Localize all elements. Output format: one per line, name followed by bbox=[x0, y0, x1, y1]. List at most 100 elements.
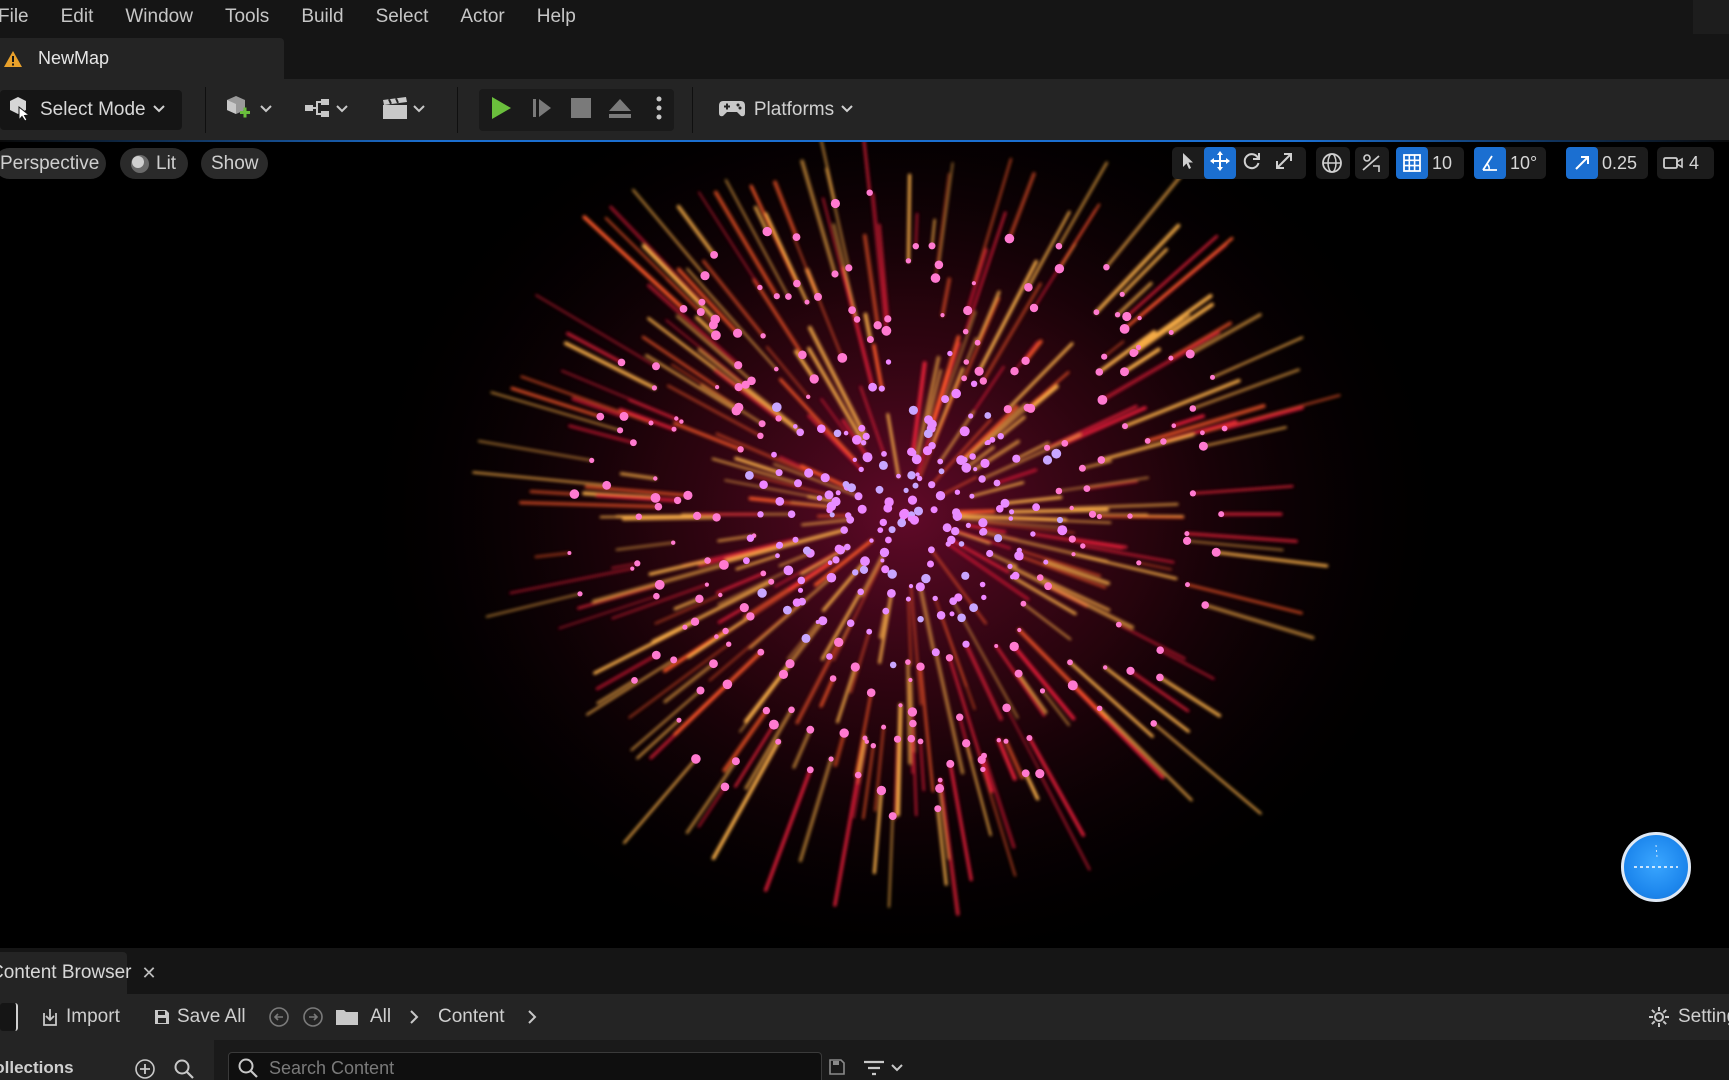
camera-speed-control[interactable]: 4 bbox=[1657, 147, 1714, 179]
save-all-button[interactable]: Save All bbox=[153, 994, 246, 1040]
breadcrumb-all[interactable]: All bbox=[370, 994, 391, 1040]
scale-snap-control[interactable]: 0.25 bbox=[1566, 147, 1648, 179]
search-icon[interactable] bbox=[173, 1058, 195, 1080]
close-icon[interactable]: ✕ bbox=[142, 963, 157, 984]
search-content-input[interactable] bbox=[269, 1057, 789, 1079]
add-collection-icon[interactable] bbox=[134, 1058, 156, 1080]
menu-help[interactable]: Help bbox=[521, 0, 592, 34]
menu-file[interactable]: File bbox=[0, 0, 45, 34]
chevron-down-icon bbox=[259, 101, 273, 119]
blueprint-icon bbox=[303, 95, 333, 126]
toolbar-divider bbox=[457, 87, 458, 133]
rotate-icon bbox=[1242, 151, 1262, 176]
surface-snap-icon bbox=[1355, 147, 1387, 179]
move-arrows-icon bbox=[1209, 150, 1231, 177]
menu-select[interactable]: Select bbox=[360, 0, 445, 34]
chevron-down-icon bbox=[335, 101, 349, 119]
rotation-snap-control[interactable]: 10° bbox=[1474, 147, 1546, 179]
gamepad-icon bbox=[718, 97, 746, 124]
import-icon bbox=[40, 1007, 60, 1027]
sources-panel-header: Collections bbox=[0, 1040, 214, 1080]
level-tab[interactable]: NewMap bbox=[0, 38, 284, 79]
menu-bar: File Edit Window Tools Build Select Acto… bbox=[0, 0, 1729, 40]
search-content-field[interactable] bbox=[228, 1052, 822, 1080]
back-button[interactable] bbox=[268, 994, 290, 1040]
cursor-arrow-icon bbox=[1180, 152, 1196, 175]
clapperboard-icon bbox=[380, 95, 410, 126]
translate-tool-button[interactable] bbox=[1204, 147, 1236, 179]
platforms-button[interactable]: Platforms bbox=[716, 90, 856, 130]
level-tab-row: NewMap bbox=[0, 34, 1729, 79]
rotate-tool-button[interactable] bbox=[1236, 147, 1268, 179]
filter-button[interactable] bbox=[862, 1058, 904, 1078]
perspective-button[interactable]: Perspective bbox=[0, 148, 106, 179]
play-button[interactable] bbox=[485, 90, 517, 130]
chevron-down-icon bbox=[412, 101, 426, 119]
settings-button[interactable]: Settings bbox=[1648, 994, 1729, 1040]
content-browser-toolbar: Import Save All All Content Settings bbox=[0, 994, 1729, 1040]
select-mode-icon bbox=[6, 95, 32, 126]
content-browser-body: Collections bbox=[0, 1040, 1729, 1080]
transform-tools bbox=[1172, 147, 1306, 179]
level-tab-label: NewMap bbox=[38, 48, 110, 68]
view-mode-button[interactable]: Lit bbox=[120, 148, 188, 179]
perspective-label: Perspective bbox=[0, 152, 100, 174]
warning-icon bbox=[2, 48, 24, 70]
play-options-button[interactable] bbox=[648, 90, 670, 130]
scale-snap-value: 0.25 bbox=[1602, 152, 1638, 173]
firework-particle-burst bbox=[345, 142, 1465, 948]
advance-frame-button[interactable] bbox=[526, 90, 558, 130]
select-mode-button[interactable]: Select Mode bbox=[0, 90, 182, 130]
search-icon bbox=[237, 1057, 259, 1079]
chevron-down-icon bbox=[890, 1063, 904, 1073]
menu-actor[interactable]: Actor bbox=[444, 0, 520, 34]
breadcrumb-content[interactable]: Content bbox=[438, 994, 505, 1040]
breadcrumb-content-label: Content bbox=[438, 1006, 505, 1027]
grid-snap-control[interactable]: 10 bbox=[1396, 147, 1464, 179]
surface-snapping-button[interactable] bbox=[1355, 147, 1389, 179]
content-browser-tab[interactable]: Content Browser ✕ bbox=[0, 952, 157, 994]
filter-icon bbox=[862, 1058, 886, 1078]
stop-button[interactable] bbox=[565, 90, 597, 130]
forward-arrow-icon bbox=[302, 1006, 324, 1028]
main-toolbar: Select Mode Platforms bbox=[0, 79, 1729, 141]
forward-button[interactable] bbox=[302, 994, 324, 1040]
level-viewport[interactable]: Perspective Lit Show 10 10° 0.25 4 bbox=[0, 142, 1729, 948]
menu-build[interactable]: Build bbox=[285, 0, 359, 34]
chevron-right-icon[interactable] bbox=[526, 994, 538, 1040]
more-vertical-icon bbox=[656, 95, 662, 126]
folder-icon[interactable] bbox=[335, 994, 359, 1040]
scale-snap-icon bbox=[1566, 147, 1598, 179]
toolbar-divider bbox=[205, 87, 206, 133]
lit-sphere-icon bbox=[130, 154, 150, 174]
menu-edit[interactable]: Edit bbox=[45, 0, 110, 34]
import-button[interactable]: Import bbox=[40, 994, 120, 1040]
save-icon bbox=[153, 1008, 171, 1026]
platforms-label: Platforms bbox=[753, 99, 835, 120]
toolbar-divider bbox=[692, 87, 693, 133]
breadcrumb-all-label: All bbox=[370, 1006, 392, 1027]
add-actor-button[interactable] bbox=[222, 90, 274, 130]
chevron-right-icon bbox=[408, 994, 420, 1040]
scale-tool-button[interactable] bbox=[1268, 147, 1300, 179]
eject-button[interactable] bbox=[603, 90, 637, 130]
play-icon bbox=[489, 95, 513, 126]
lit-label: Lit bbox=[156, 152, 177, 174]
menu-window[interactable]: Window bbox=[109, 0, 209, 34]
camera-speed-value: 4 bbox=[1689, 152, 1700, 173]
content-browser-tab-label: Content Browser bbox=[0, 962, 132, 983]
grid-snap-value: 10 bbox=[1432, 152, 1453, 173]
coordinate-system-button[interactable] bbox=[1316, 147, 1350, 179]
save-search-icon[interactable] bbox=[828, 1058, 846, 1076]
settings-label: Settings bbox=[1678, 1006, 1729, 1027]
add-button-edge[interactable] bbox=[0, 994, 20, 1040]
blueprint-button[interactable] bbox=[300, 90, 352, 130]
chevron-down-icon bbox=[152, 101, 166, 119]
select-tool-button[interactable] bbox=[1172, 147, 1204, 179]
camera-icon bbox=[1657, 147, 1689, 179]
grid-icon bbox=[1396, 147, 1428, 179]
menu-tools[interactable]: Tools bbox=[209, 0, 285, 34]
cinematics-button[interactable] bbox=[376, 90, 430, 130]
advance-frame-icon bbox=[530, 96, 554, 125]
show-button[interactable]: Show bbox=[201, 148, 268, 179]
